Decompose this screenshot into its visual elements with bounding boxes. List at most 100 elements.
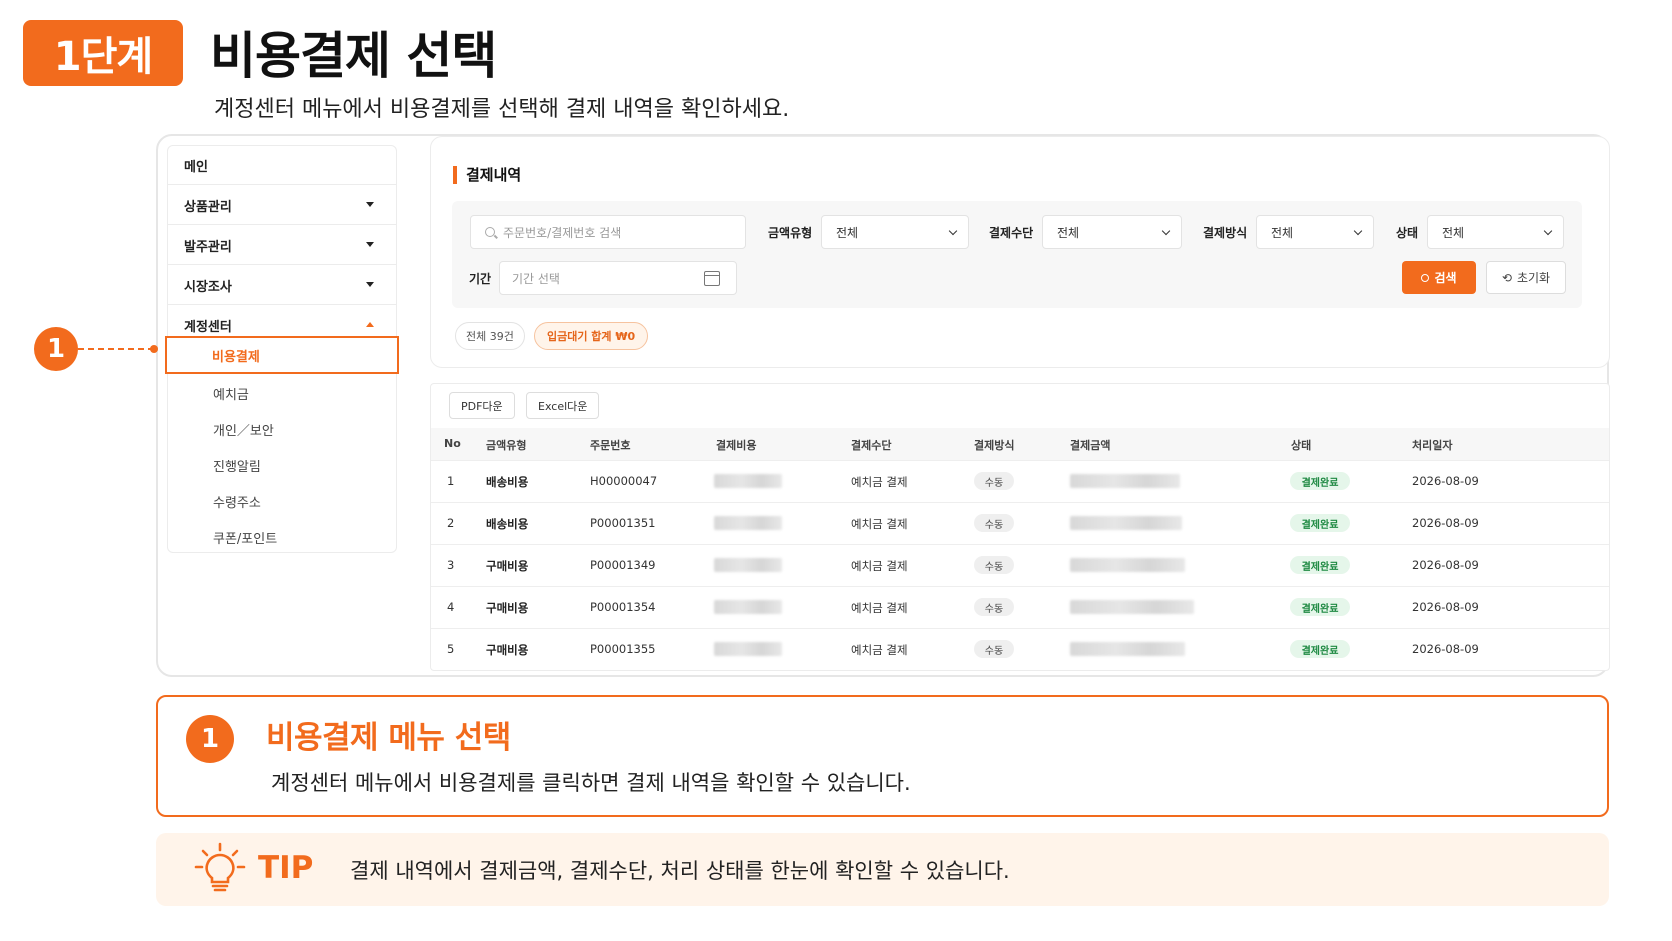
cell-date: 2026-08-09 xyxy=(1412,558,1479,572)
cell-type: 구매비용 xyxy=(486,601,529,615)
method-badge: 수동 xyxy=(974,472,1014,490)
sidebar-item-label: 시장조사 xyxy=(184,279,232,295)
caret-down-icon xyxy=(366,242,374,247)
redacted-amount xyxy=(1070,600,1194,614)
search-button[interactable]: 검색 xyxy=(1402,261,1476,294)
sidebar-item-label: 발주관리 xyxy=(184,239,232,255)
search-button-label: 검색 xyxy=(1434,271,1457,285)
sidebar-subitem-alerts[interactable]: 진행알림 xyxy=(213,456,261,475)
sidebar-item-label: 상품관리 xyxy=(184,199,232,215)
row-divider xyxy=(431,502,1609,503)
pay-means-select[interactable]: 전체 xyxy=(1042,215,1182,249)
tip-text: 결제 내역에서 결제금액, 결제수단, 처리 상태를 한눈에 확인할 수 있습니… xyxy=(350,859,1010,883)
column-header: 처리일자 xyxy=(1412,439,1453,452)
sidebar-item-main[interactable]: 메인 xyxy=(168,146,396,185)
search-icon xyxy=(1421,273,1430,282)
sidebar-subitem-payment[interactable]: 비용결제 xyxy=(165,336,399,374)
cell-order: P00001349 xyxy=(590,558,656,572)
column-header: 상태 xyxy=(1291,439,1312,452)
redacted-amount xyxy=(1070,474,1180,488)
cell-type: 배송비용 xyxy=(486,475,529,489)
cell-no: 2 xyxy=(447,516,455,530)
sidebar-item-orders[interactable]: 발주관리 xyxy=(168,226,396,265)
cell-no: 5 xyxy=(447,642,455,656)
column-header: 결제비용 xyxy=(716,439,757,452)
method-badge: 수동 xyxy=(974,640,1014,658)
cell-means: 예치금 결제 xyxy=(851,475,908,489)
reset-button[interactable]: ⟲ 초기화 xyxy=(1486,261,1566,294)
page-subtitle: 계정센터 메뉴에서 비용결제를 선택해 결제 내역을 확인하세요. xyxy=(214,97,790,122)
redacted-cost xyxy=(714,558,782,572)
status-select[interactable]: 전체 xyxy=(1427,215,1564,249)
chevron-down-icon xyxy=(1161,226,1171,236)
cell-no: 4 xyxy=(447,600,455,614)
chevron-down-icon xyxy=(948,226,958,236)
column-header: 결제금액 xyxy=(1070,439,1111,452)
status-badge: 결제완료 xyxy=(1290,472,1350,490)
redacted-amount xyxy=(1070,516,1182,530)
section-title: 결제내역 xyxy=(466,166,522,184)
sidebar-subitem-deposit[interactable]: 예치금 xyxy=(213,384,249,403)
column-header: 결제수단 xyxy=(851,439,892,452)
lightbulb-icon xyxy=(194,842,246,892)
pdf-download-button[interactable]: PDF다운 xyxy=(449,392,515,419)
callout-number: 1 xyxy=(186,715,234,763)
pay-means-value: 전체 xyxy=(1057,225,1080,240)
sidebar-subitem-coupons[interactable]: 쿠폰/포인트 xyxy=(213,528,277,547)
tip-label: TIP xyxy=(258,850,314,886)
amount-type-select[interactable]: 전체 xyxy=(821,215,969,249)
search-input[interactable]: 주문번호/결제번호 검색 xyxy=(470,215,746,249)
redacted-cost xyxy=(714,474,782,488)
status-badge: 결제완료 xyxy=(1290,640,1350,658)
amount-type-label: 금액유형 xyxy=(768,226,813,240)
method-badge: 수동 xyxy=(974,598,1014,616)
pay-method-value: 전체 xyxy=(1271,225,1294,240)
sidebar-item-label: 메인 xyxy=(184,159,208,175)
column-header: 주문번호 xyxy=(590,439,631,452)
page-title: 비용결제 선택 xyxy=(210,27,497,85)
caret-down-icon xyxy=(366,282,374,287)
marker-dot xyxy=(150,345,158,353)
marker-connector xyxy=(78,348,154,350)
status-label: 상태 xyxy=(1396,226,1419,240)
cell-order: H00000047 xyxy=(590,474,658,488)
excel-download-button[interactable]: Excel다운 xyxy=(526,392,600,419)
chevron-down-icon xyxy=(1353,226,1363,236)
cell-date: 2026-08-09 xyxy=(1412,642,1479,656)
callout-title: 비용결제 메뉴 선택 xyxy=(266,720,511,756)
step-marker: 1 xyxy=(34,327,78,371)
pay-method-select[interactable]: 전체 xyxy=(1256,215,1374,249)
sidebar-subitem-address[interactable]: 수령주소 xyxy=(213,492,261,511)
method-badge: 수동 xyxy=(974,556,1014,574)
status-badge: 결제완료 xyxy=(1290,514,1350,532)
sidebar-subitem-security[interactable]: 개인／보안 xyxy=(213,420,274,439)
sidebar-item-market[interactable]: 시장조사 xyxy=(168,266,396,305)
cell-date: 2026-08-09 xyxy=(1412,474,1479,488)
pay-method-label: 결제방식 xyxy=(1203,226,1248,240)
cell-date: 2026-08-09 xyxy=(1412,516,1479,530)
cell-means: 예치금 결제 xyxy=(851,643,908,657)
pay-means-label: 결제수단 xyxy=(989,226,1034,240)
period-label: 기간 xyxy=(469,272,492,286)
cell-means: 예치금 결제 xyxy=(851,559,908,573)
column-header: 결제방식 xyxy=(974,439,1015,452)
period-placeholder: 기간 선택 xyxy=(512,271,560,286)
section-accent-bar xyxy=(453,166,457,184)
column-header: 금액유형 xyxy=(486,439,527,452)
search-icon xyxy=(485,227,495,237)
step-badge: 1단계 xyxy=(23,20,183,86)
cell-type: 구매비용 xyxy=(486,559,529,573)
sidebar-item-products[interactable]: 상품관리 xyxy=(168,186,396,225)
period-input[interactable]: 기간 선택 xyxy=(499,261,737,295)
cell-order: P00001351 xyxy=(590,516,656,530)
callout-description: 계정센터 메뉴에서 비용결제를 클릭하면 결제 내역을 확인할 수 있습니다. xyxy=(271,771,911,795)
cell-means: 예치금 결제 xyxy=(851,601,908,615)
sidebar-item-label: 계정센터 xyxy=(184,320,232,335)
redacted-cost xyxy=(714,642,782,656)
redacted-amount xyxy=(1070,558,1185,572)
status-value: 전체 xyxy=(1442,225,1465,240)
cell-type: 구매비용 xyxy=(486,643,529,657)
status-badge: 결제완료 xyxy=(1290,556,1350,574)
cell-no: 3 xyxy=(447,558,455,572)
cell-no: 1 xyxy=(447,474,455,488)
